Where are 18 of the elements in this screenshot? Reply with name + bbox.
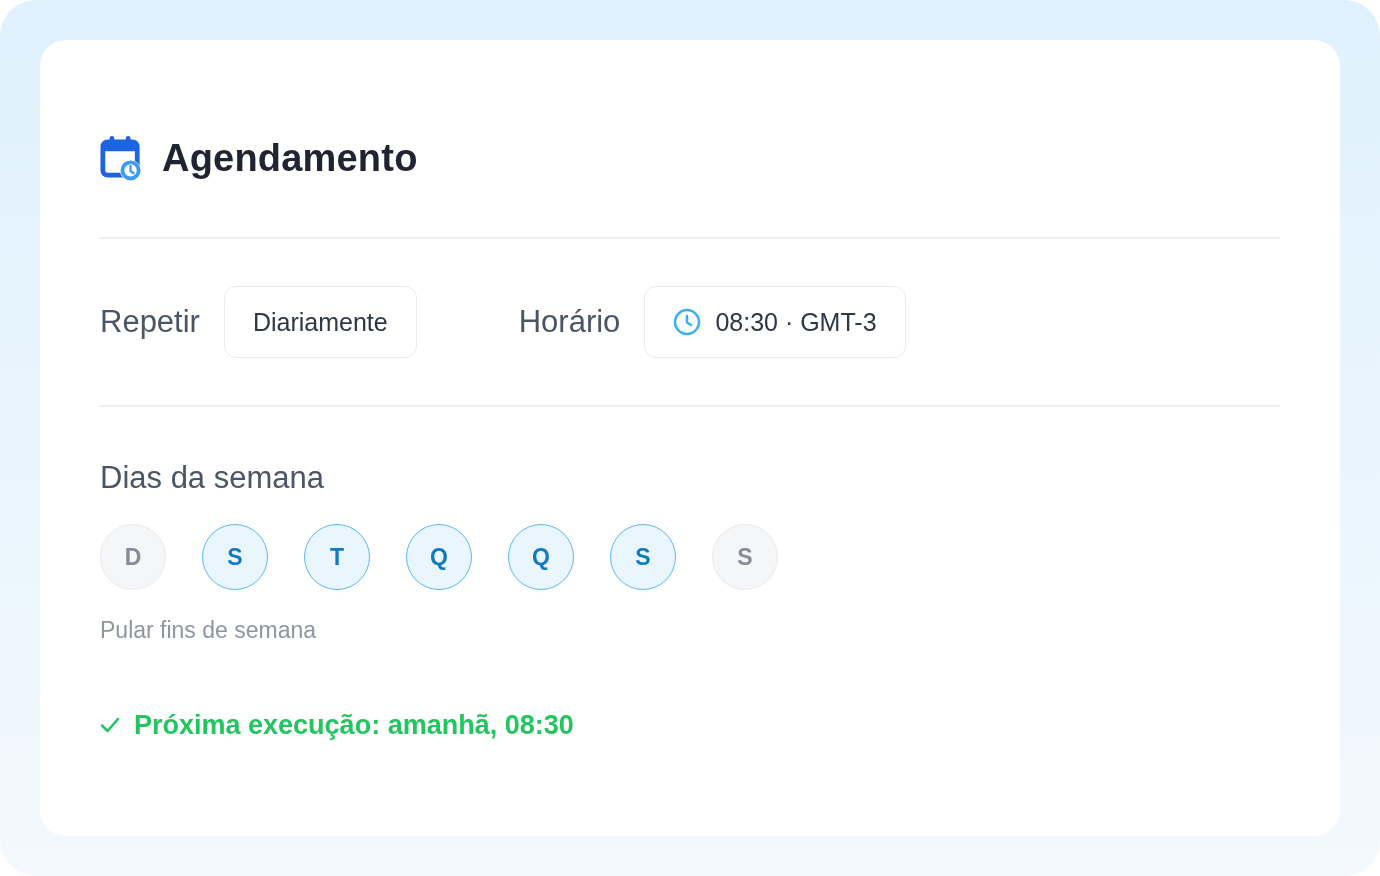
check-icon [100,717,120,733]
weekday-toggle[interactable]: D [100,524,166,590]
skip-weekends-text: Pular fins de semana [100,616,317,644]
card-title: Agendamento [162,136,418,180]
calendar-clock-icon [100,135,142,181]
weekdays-title: Dias da semana [100,459,324,497]
time-label: Horário [518,304,621,340]
weekday-toggle[interactable]: Q [508,524,574,590]
weekday-toggle[interactable]: S [712,524,778,590]
weekday-toggle[interactable]: S [202,524,268,590]
clock-icon [673,308,702,336]
repeat-dropdown[interactable]: Diariamente [223,286,417,358]
weekday-toggle[interactable]: T [304,524,370,590]
weekday-toggle[interactable]: Q [406,524,472,590]
repeat-label: Repetir [100,304,200,340]
next-run-text: Próxima execução: amanhã, 08:30 [134,709,574,741]
weekday-toggle[interactable]: S [610,524,676,590]
time-picker[interactable]: 08:30 · GMT-3 [644,286,906,358]
